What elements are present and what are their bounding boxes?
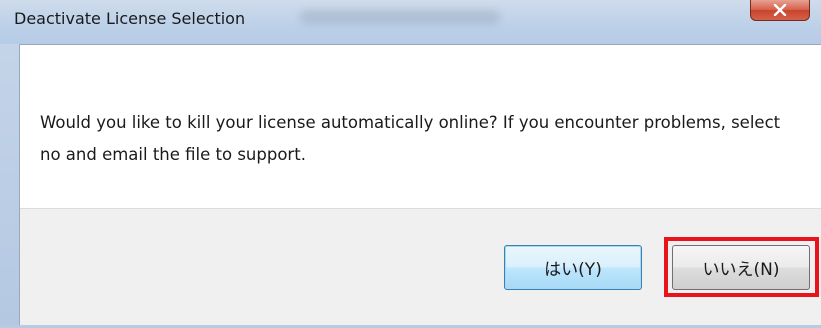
dialog-client-area: Would you like to kill your license auto… xyxy=(19,44,821,326)
background-window-title-blur xyxy=(300,10,500,24)
no-button[interactable]: いいえ(N) xyxy=(672,245,810,290)
dialog-window: Deactivate License Selection Would you l… xyxy=(0,0,821,328)
dialog-title: Deactivate License Selection xyxy=(14,9,246,28)
close-button[interactable] xyxy=(750,0,810,21)
yes-button[interactable]: はい(Y) xyxy=(504,245,642,290)
close-icon xyxy=(773,4,787,16)
dialog-message: Would you like to kill your license auto… xyxy=(40,113,781,164)
title-bar[interactable]: Deactivate License Selection xyxy=(0,0,821,44)
button-area: はい(Y) いいえ(N) xyxy=(20,208,821,326)
